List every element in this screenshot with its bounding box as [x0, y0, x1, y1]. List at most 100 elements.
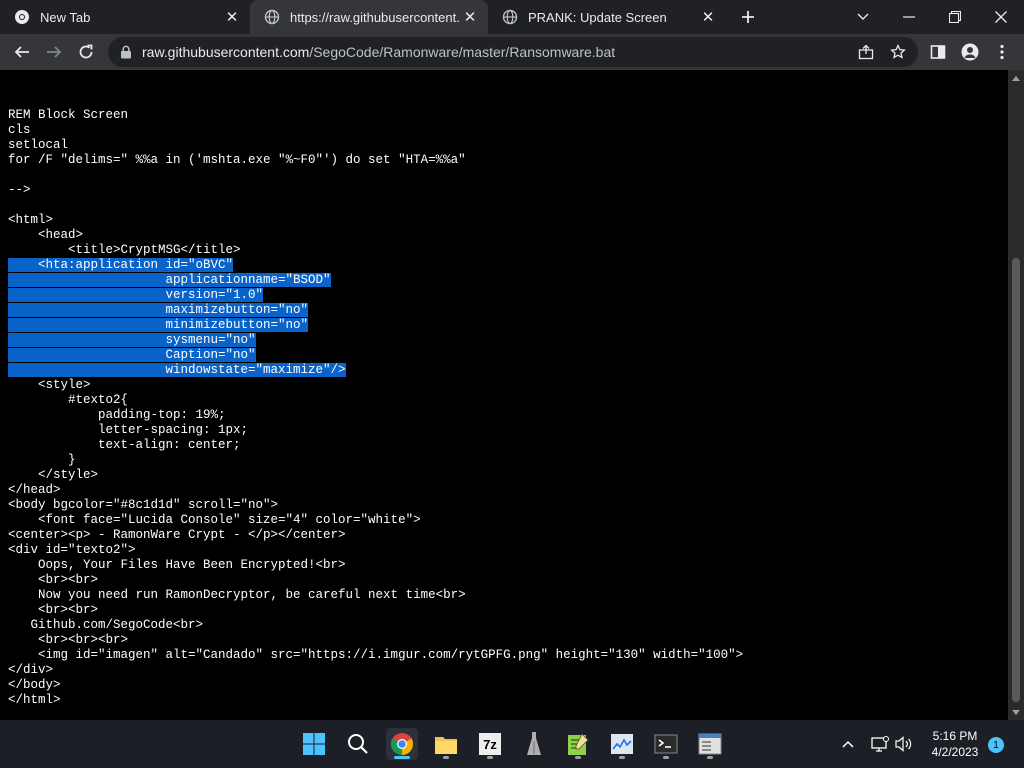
file-explorer-icon[interactable]: [430, 728, 462, 760]
code-line-text: <html>: [8, 213, 54, 227]
scrollbar-thumb[interactable]: [1012, 258, 1020, 702]
code-line: <head>: [8, 228, 743, 243]
source-code-block[interactable]: REM Block Screen cls setlocal for /F "delim…: [8, 108, 743, 708]
tab-prank-update[interactable]: PRANK: Update Screen ✕: [488, 0, 726, 34]
url-text: raw.githubusercontent.com/SegoCode/Ramon…: [142, 44, 615, 60]
code-line: applicationname="BSOD": [8, 273, 743, 288]
code-line-text: setlocal: [8, 138, 69, 152]
search-icon[interactable]: [342, 728, 374, 760]
code-line: Now you need run RamonDecryptor, be care…: [8, 588, 743, 603]
tab-new-tab[interactable]: New Tab ✕: [0, 0, 250, 34]
selected-code-line-text: Caption="no": [8, 348, 256, 362]
code-line: Oops, Your Files Have Been Encrypted!<br…: [8, 558, 743, 573]
selected-code-line-text: maximizebutton="no": [8, 303, 309, 317]
code-line: <center><p> - RamonWare Crypt - </p></ce…: [8, 528, 743, 543]
reload-button[interactable]: [72, 38, 100, 66]
code-line: </div>: [8, 663, 743, 678]
url-path: /SegoCode/Ramonware/master/Ransomware.ba…: [309, 44, 616, 60]
code-line: #texto2{: [8, 393, 743, 408]
code-line-text: <br><br>: [8, 573, 99, 587]
forward-button[interactable]: [40, 38, 68, 66]
scroll-down-arrow-icon[interactable]: [1012, 710, 1020, 715]
code-line: <html>: [8, 213, 743, 228]
selected-code-line-text: sysmenu="no": [8, 333, 256, 347]
active-indicator: [394, 756, 410, 759]
lock-icon[interactable]: [120, 45, 134, 59]
bookmark-star-icon[interactable]: [884, 38, 912, 66]
code-line-text: <img id="imagen" alt="Candado" src="http…: [8, 648, 744, 662]
new-tab-button[interactable]: [736, 5, 760, 29]
code-line-text: <br><br>: [8, 603, 99, 617]
code-line-text: letter-spacing: 1px;: [8, 423, 249, 437]
code-line: maximizebutton="no": [8, 303, 743, 318]
tab-search-chevron-icon[interactable]: [840, 0, 886, 34]
code-line-text: for /F "delims=" %%a in ('mshta.exe "%~F…: [8, 153, 466, 167]
vertical-scrollbar[interactable]: [1008, 70, 1024, 720]
back-button[interactable]: [8, 38, 36, 66]
selected-code-line-text: minimizebutton="no": [8, 318, 309, 332]
code-line: <font face="Lucida Console" size="4" col…: [8, 513, 743, 528]
network-icon[interactable]: [870, 734, 890, 754]
windows-taskbar: 7z 5:16 PM 4/2/2023: [0, 720, 1024, 768]
code-line-text: <head>: [8, 228, 84, 242]
code-line-text: </div>: [8, 663, 54, 677]
running-indicator: [487, 756, 493, 759]
menu-kebab-icon[interactable]: [988, 38, 1016, 66]
code-line-text: text-align: center;: [8, 438, 241, 452]
code-line: </style>: [8, 468, 743, 483]
minimize-button[interactable]: [886, 0, 932, 34]
address-bar[interactable]: raw.githubusercontent.com/SegoCode/Ramon…: [108, 37, 918, 67]
bottle-app-icon[interactable]: [518, 728, 550, 760]
code-line: Github.com/SegoCode<br>: [8, 618, 743, 633]
close-window-button[interactable]: [978, 0, 1024, 34]
close-tab-icon[interactable]: ✕: [698, 7, 718, 27]
clock[interactable]: 5:16 PM 4/2/2023: [924, 728, 986, 760]
code-line-text: Oops, Your Files Have Been Encrypted!<br…: [8, 558, 346, 572]
code-line: </head>: [8, 483, 743, 498]
code-line: <br><br><br>: [8, 633, 743, 648]
tab-title: PRANK: Update Screen: [528, 9, 667, 25]
control-panel-icon[interactable]: [694, 728, 726, 760]
code-line: cls: [8, 123, 743, 138]
terminal-icon[interactable]: [650, 728, 682, 760]
running-indicator: [663, 756, 669, 759]
code-line: <body bgcolor="#8c1d1d" scroll="no">: [8, 498, 743, 513]
notepad-plus-icon[interactable]: [562, 728, 594, 760]
volume-icon[interactable]: [894, 734, 914, 754]
code-line: setlocal: [8, 138, 743, 153]
code-line-text: padding-top: 19%;: [8, 408, 226, 422]
task-manager-icon[interactable]: [606, 728, 638, 760]
close-tab-icon[interactable]: ✕: [222, 7, 242, 27]
tab-raw-github[interactable]: https://raw.githubusercontent.co ✕: [250, 0, 488, 34]
code-line-text: Github.com/SegoCode<br>: [8, 618, 204, 632]
running-indicator: [707, 756, 713, 759]
side-panel-icon[interactable]: [924, 38, 952, 66]
code-line: <title>CryptMSG</title>: [8, 243, 743, 258]
code-line-text: Now you need run RamonDecryptor, be care…: [8, 588, 466, 602]
url-host: raw.githubusercontent.com: [142, 44, 310, 60]
share-icon[interactable]: [852, 38, 880, 66]
selected-code-line-text: version="1.0": [8, 288, 264, 302]
code-line: text-align: center;: [8, 438, 743, 453]
code-line-text: <br><br><br>: [8, 633, 129, 647]
scroll-up-arrow-icon[interactable]: [1012, 76, 1020, 81]
selected-code-line-text: <hta:application id="oBVC": [8, 258, 234, 272]
page-content[interactable]: REM Block Screen cls setlocal for /F "delim…: [0, 70, 1008, 720]
tab-title: New Tab: [40, 9, 91, 25]
code-line-text: </body>: [8, 678, 61, 692]
restore-button[interactable]: [932, 0, 978, 34]
clock-time: 5:16 PM: [932, 729, 978, 743]
close-tab-icon[interactable]: ✕: [460, 7, 480, 27]
profile-avatar-icon[interactable]: [956, 38, 984, 66]
chrome-taskbar-icon[interactable]: [386, 728, 418, 760]
show-hidden-icons-chevron-icon[interactable]: [838, 734, 858, 754]
code-line: </html>: [8, 693, 743, 708]
code-line: padding-top: 19%;: [8, 408, 743, 423]
code-line-text: #texto2{: [8, 393, 129, 407]
svg-text:7z: 7z: [483, 737, 497, 752]
start-menu-icon[interactable]: [298, 728, 330, 760]
notification-badge[interactable]: 1: [988, 737, 1004, 753]
7zip-icon[interactable]: 7z: [474, 728, 506, 760]
code-line: windowstate="maximize"/>: [8, 363, 743, 378]
code-line: <br><br>: [8, 573, 743, 588]
